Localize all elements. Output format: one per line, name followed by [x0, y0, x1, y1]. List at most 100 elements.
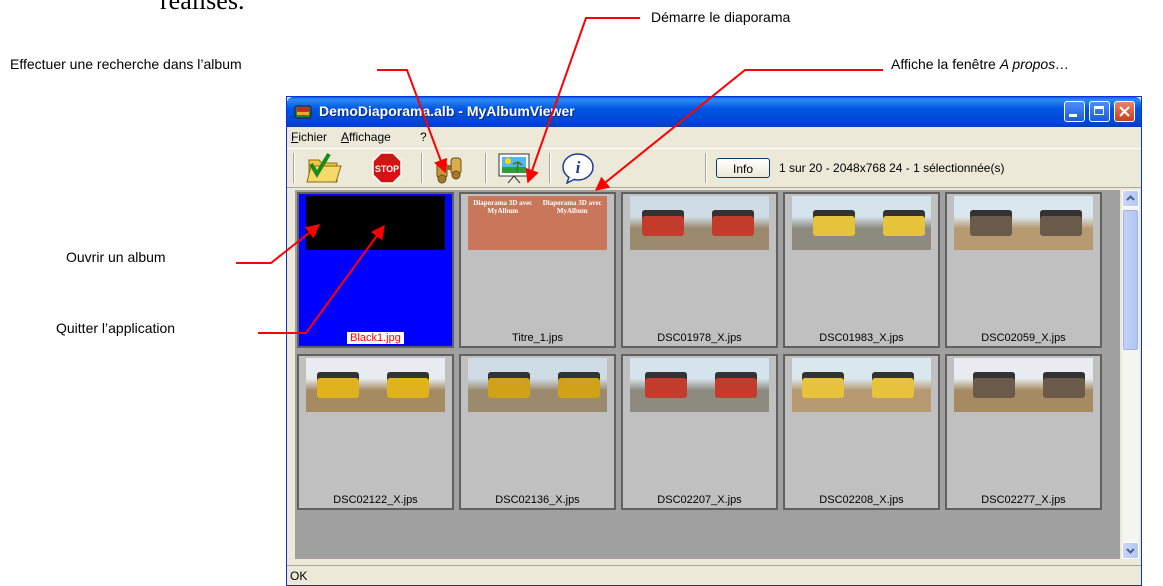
- toolbar-grip: [293, 153, 295, 183]
- stereo-half: [862, 358, 932, 412]
- thumbnail-filename: DSC02122_X.jps: [333, 494, 418, 506]
- stereo-half: [954, 196, 1024, 250]
- stereo-half: [954, 358, 1024, 412]
- bus-shape: [642, 210, 684, 236]
- bus-shape: [1042, 372, 1085, 398]
- thumbnail-card[interactable]: DSC02136_X.jps: [459, 354, 616, 510]
- bus-shape: [645, 372, 687, 398]
- bus-shape: [488, 372, 530, 398]
- info-icon-text: i: [576, 158, 581, 177]
- thumbnail-card[interactable]: DSC02208_X.jps: [783, 354, 940, 510]
- info-icon: i: [562, 153, 594, 185]
- thumbnail-image: [792, 196, 931, 250]
- thumbnail-filename: DSC02136_X.jps: [495, 494, 580, 506]
- close-icon: [1119, 106, 1130, 117]
- stereo-half: [1024, 358, 1094, 412]
- bus-shape: [973, 372, 1015, 398]
- thumbnail-card[interactable]: DSC02277_X.jps: [945, 354, 1102, 510]
- stereo-half: [468, 358, 538, 412]
- thumbnail-image: Diaporama 3D avec MyAlbum Diaporama 3D av…: [468, 196, 607, 250]
- maximize-icon: [1094, 106, 1104, 115]
- thumbnail-filename: Titre_1.jps: [512, 332, 563, 344]
- selection-status: 1 sur 20 - 2048x768 24 - 1 sélectionnée(…: [779, 161, 1005, 175]
- open-album-button[interactable]: [301, 152, 347, 184]
- menu-affichage[interactable]: Affichage: [341, 130, 391, 144]
- stereo-half: [630, 358, 700, 412]
- bus-shape: [714, 372, 757, 398]
- thumbnail-card[interactable]: DSC01983_X.jps: [783, 192, 940, 348]
- scroll-thumb[interactable]: [1123, 210, 1138, 350]
- bus-shape: [970, 210, 1012, 236]
- stereo-half: [700, 196, 770, 250]
- document-text-fragment: réalisés.: [160, 0, 245, 15]
- bus-shape: [1039, 210, 1082, 236]
- app-window: DemoDiaporama.alb - MyAlbumViewer Fichie…: [286, 96, 1142, 586]
- annotation-about: Affiche la fenêtre A propos…: [891, 56, 1069, 72]
- maximize-button[interactable]: [1089, 101, 1110, 122]
- stereo-half: [700, 358, 770, 412]
- info-button[interactable]: Info: [716, 158, 770, 178]
- stereo-half: [792, 358, 862, 412]
- projection-screen-icon: [498, 153, 530, 184]
- thumbnail-card[interactable]: Diaporama 3D avec MyAlbum Diaporama 3D av…: [459, 192, 616, 348]
- title-thumbnail-text: Diaporama 3D avec MyAlbum: [542, 199, 602, 215]
- thumbnail-image: [954, 196, 1093, 250]
- thumbnail-filename: DSC02059_X.jps: [981, 332, 1066, 344]
- annotation-about-text: Affiche la fenêtre: [891, 56, 1000, 72]
- stereo-half: [306, 358, 376, 412]
- thumbnail-image: [954, 358, 1093, 412]
- menu-affichage-label: ffichage: [349, 130, 391, 144]
- bus-shape: [386, 372, 429, 398]
- stereo-half: [630, 196, 700, 250]
- stereo-half: [792, 196, 862, 250]
- title-thumbnail-text: Diaporama 3D avec MyAlbum: [473, 199, 533, 215]
- scroll-up-button[interactable]: [1122, 190, 1139, 207]
- thumbnail-filename: DSC01983_X.jps: [819, 332, 904, 344]
- thumbnail-card[interactable]: Black1.jpg: [297, 192, 454, 348]
- thumbnail-filename: DSC02277_X.jps: [981, 494, 1066, 506]
- menu-help[interactable]: ?: [420, 130, 427, 144]
- thumbnail-card[interactable]: DSC02122_X.jps: [297, 354, 454, 510]
- toolbar-separator: [421, 153, 423, 183]
- minimize-button[interactable]: [1064, 101, 1085, 122]
- toolbar: STOP i Info 1 sur 20 - 2048x768 24 - 1 s…: [287, 148, 1141, 188]
- thumbnail-image: [306, 196, 445, 250]
- stop-button[interactable]: STOP: [364, 152, 410, 184]
- bus-shape: [711, 210, 754, 236]
- close-button[interactable]: [1114, 101, 1135, 122]
- menu-fichier[interactable]: Fichier: [291, 130, 327, 144]
- bus-shape: [882, 210, 925, 236]
- thumbnail-grid: Black1.jpg Diaporama 3D avec MyAlbum Diapo…: [295, 190, 1120, 559]
- thumbnail-filename: Black1.jpg: [347, 332, 404, 344]
- thumbnail-card[interactable]: DSC02207_X.jps: [621, 354, 778, 510]
- stereo-half: [538, 358, 608, 412]
- vertical-scrollbar[interactable]: [1122, 190, 1139, 559]
- thumbnail-image: [468, 358, 607, 412]
- status-bar: OK: [287, 565, 1141, 585]
- annotation-about-italic: A propos…: [999, 56, 1070, 72]
- chevron-down-icon: [1126, 548, 1135, 554]
- stereo-half: [1024, 196, 1094, 250]
- thumbnail-image: [792, 358, 931, 412]
- binoculars-icon: [436, 157, 462, 184]
- bus-shape: [813, 210, 855, 236]
- thumbnail-card[interactable]: DSC02059_X.jps: [945, 192, 1102, 348]
- thumbnail-image: [630, 358, 769, 412]
- scroll-down-button[interactable]: [1122, 542, 1139, 559]
- annotation-quit: Quitter l’application: [56, 320, 176, 336]
- bus-shape: [557, 372, 600, 398]
- minimize-icon: [1069, 114, 1077, 117]
- thumbnail-card[interactable]: DSC01978_X.jps: [621, 192, 778, 348]
- thumbnail-filename: DSC02207_X.jps: [657, 494, 742, 506]
- search-button[interactable]: [427, 152, 473, 184]
- window-title: DemoDiaporama.alb - MyAlbumViewer: [319, 103, 575, 119]
- menu-bar: Fichier Affichage ?: [287, 127, 1141, 147]
- annotation-slideshow: Démarre le diaporama: [651, 9, 791, 25]
- thumbnail-filename: DSC02208_X.jps: [819, 494, 904, 506]
- title-bar[interactable]: DemoDiaporama.alb - MyAlbumViewer: [287, 97, 1141, 127]
- annotation-search: Effectuer une recherche dans l’album: [10, 56, 242, 72]
- slideshow-button[interactable]: [491, 152, 537, 184]
- stereo-half: [376, 358, 446, 412]
- about-button[interactable]: i: [555, 152, 601, 185]
- bus-shape: [871, 372, 914, 398]
